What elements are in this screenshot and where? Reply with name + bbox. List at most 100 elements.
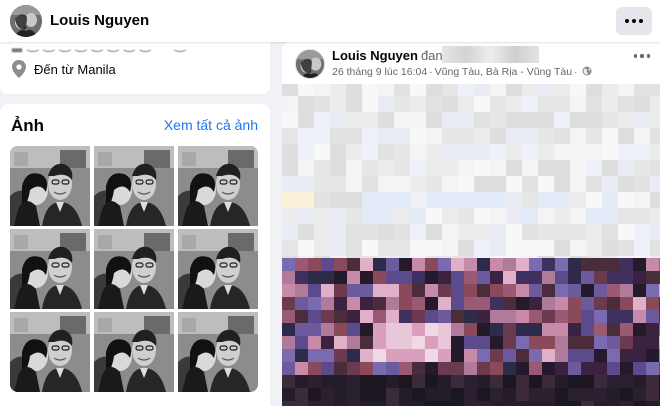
blur-block: [442, 192, 458, 208]
blur-block: [458, 240, 474, 256]
profile-name[interactable]: Louis Nguyen: [50, 12, 149, 29]
blur-block: [633, 258, 646, 271]
blur-block: [646, 271, 659, 284]
blur-block: [360, 375, 373, 388]
blur-block: [506, 240, 522, 256]
post-location[interactable]: Vũng Tàu, Bà Rịa - Vũng Tàu: [435, 66, 572, 78]
blur-block: [634, 128, 650, 144]
blur-block: [516, 362, 529, 375]
blurred-post-image[interactable]: [282, 258, 660, 406]
blur-block: [581, 401, 594, 406]
blur-block: [586, 208, 602, 224]
blur-block: [542, 375, 555, 388]
post-options-button[interactable]: [633, 54, 650, 58]
blur-block: [555, 284, 568, 297]
post-author-avatar[interactable]: [295, 49, 325, 79]
blur-block: [451, 336, 464, 349]
blur-block: [646, 297, 659, 310]
blur-block: [555, 349, 568, 362]
photo-thumbnail[interactable]: [178, 229, 258, 309]
blur-block: [399, 362, 412, 375]
blur-block: [282, 192, 298, 208]
photo-thumbnail[interactable]: [10, 229, 90, 309]
photo-thumbnail[interactable]: [94, 312, 174, 392]
avatar[interactable]: [10, 5, 42, 37]
blur-block: [399, 388, 412, 401]
blur-block: [634, 160, 650, 176]
blur-block: [360, 258, 373, 271]
blur-block: [399, 271, 412, 284]
blur-block: [399, 310, 412, 323]
blur-block: [442, 96, 458, 112]
blur-block: [594, 375, 607, 388]
blur-block: [295, 271, 308, 284]
blur-block: [334, 349, 347, 362]
blur-block: [426, 208, 442, 224]
blur-block: [330, 208, 346, 224]
blur-block: [634, 208, 650, 224]
blur-block: [586, 144, 602, 160]
blur-block: [503, 375, 516, 388]
blur-block: [426, 144, 442, 160]
blur-block: [410, 112, 426, 128]
blur-block: [570, 192, 586, 208]
blur-block: [298, 192, 314, 208]
profile-more-button[interactable]: [616, 7, 652, 35]
blur-block: [594, 349, 607, 362]
blur-block: [399, 336, 412, 349]
blur-block: [516, 336, 529, 349]
blur-block: [620, 310, 633, 323]
photo-thumbnail[interactable]: [10, 146, 90, 226]
blur-block: [490, 362, 503, 375]
photo-thumbnail[interactable]: [178, 312, 258, 392]
blur-block: [410, 84, 426, 96]
photo-thumbnail[interactable]: [178, 146, 258, 226]
blur-block: [412, 271, 425, 284]
meta-separator: ·: [574, 66, 578, 78]
blur-block: [570, 144, 586, 160]
blur-block: [458, 144, 474, 160]
blur-block: [477, 349, 490, 362]
post-date[interactable]: 26 tháng 9 lúc 16:04: [332, 66, 427, 78]
blur-block: [634, 176, 650, 192]
blur-block: [373, 388, 386, 401]
blur-block: [347, 297, 360, 310]
blur-block: [586, 112, 602, 128]
blur-block: [490, 375, 503, 388]
see-all-photos-link[interactable]: Xem tất cả ảnh: [164, 117, 258, 133]
blur-block: [394, 240, 410, 256]
blur-block: [360, 349, 373, 362]
blur-block: [529, 349, 542, 362]
blur-block: [570, 176, 586, 192]
photo-thumbnail[interactable]: [94, 229, 174, 309]
blur-block: [425, 388, 438, 401]
post-author-name[interactable]: Louis Nguyen: [332, 48, 418, 63]
blur-block: [646, 323, 659, 336]
blur-block: [477, 336, 490, 349]
blur-block: [362, 192, 378, 208]
blur-block: [529, 336, 542, 349]
blur-block: [464, 284, 477, 297]
photo-thumbnail[interactable]: [10, 312, 90, 392]
blur-block: [308, 323, 321, 336]
blur-block: [516, 349, 529, 362]
blur-block: [464, 362, 477, 375]
blur-block: [360, 401, 373, 406]
blur-block: [362, 128, 378, 144]
blur-block: [581, 271, 594, 284]
blur-block: [412, 297, 425, 310]
blur-block: [538, 208, 554, 224]
blur-block: [442, 240, 458, 256]
blur-block: [620, 297, 633, 310]
blur-block: [282, 310, 295, 323]
post-meta-line: 26 tháng 9 lúc 16:04 · Vũng Tàu, Bà Rịa - …: [332, 66, 592, 78]
photo-thumbnail[interactable]: [94, 146, 174, 226]
blur-block: [634, 224, 650, 240]
blur-block: [373, 349, 386, 362]
blur-block: [295, 258, 308, 271]
blur-block: [362, 144, 378, 160]
blur-block: [282, 271, 295, 284]
blur-block: [602, 176, 618, 192]
blur-block: [334, 323, 347, 336]
blur-block: [554, 128, 570, 144]
